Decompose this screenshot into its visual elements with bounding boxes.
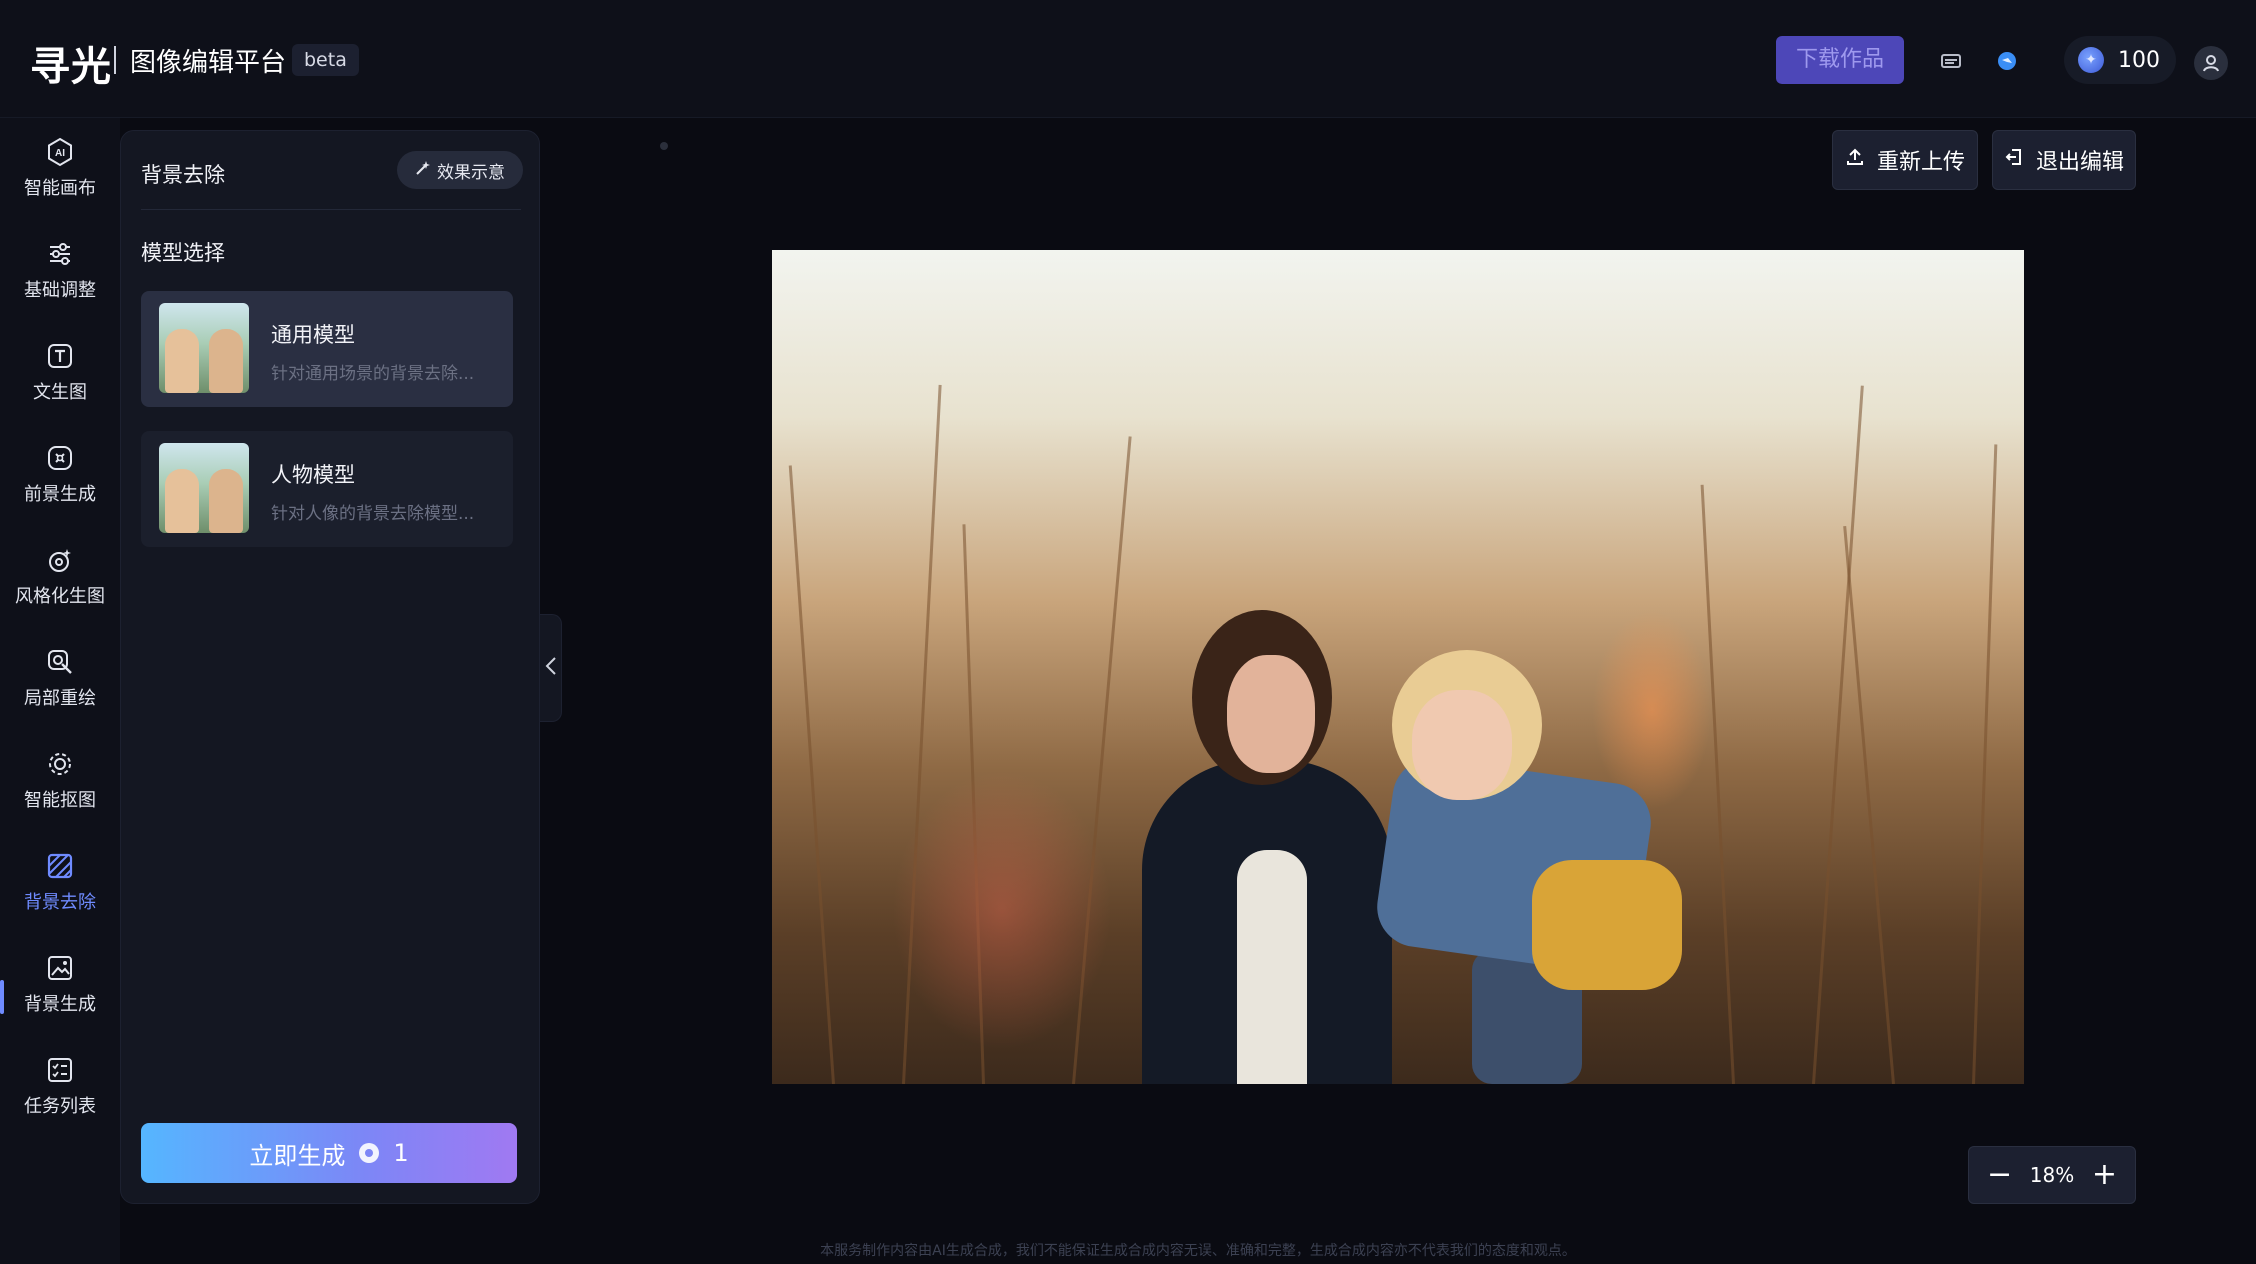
tool-rail: AI 智能画布 基础调整 文生图 前景生成 风格化生图 局部重绘 智能抠图 背景… bbox=[0, 118, 120, 1264]
credit-balance[interactable]: ✦ 100 bbox=[2064, 36, 2176, 84]
svg-text:AI: AI bbox=[55, 148, 65, 159]
background-remove-panel: 背景去除 效果示意 模型选择 通用模型 针对通用场景的背景去除... 人物模型 … bbox=[120, 130, 540, 1204]
rail-label: 风格化生图 bbox=[15, 586, 105, 607]
feedback-icon[interactable] bbox=[1996, 50, 2018, 72]
generate-cost: 1 bbox=[393, 1139, 409, 1167]
generate-button[interactable]: 立即生成 1 bbox=[141, 1123, 517, 1183]
model-name: 通用模型 bbox=[271, 323, 355, 347]
model-card-general[interactable]: 通用模型 针对通用场景的背景去除... bbox=[141, 291, 513, 407]
local-repaint-icon bbox=[44, 646, 76, 678]
rail-item-text-to-image[interactable]: 文生图 bbox=[0, 322, 120, 412]
panel-collapse-handle[interactable] bbox=[540, 614, 562, 722]
rail-label: 文生图 bbox=[33, 382, 87, 403]
credit-value: 100 bbox=[2118, 47, 2160, 73]
model-section-label: 模型选择 bbox=[141, 241, 225, 265]
reupload-label: 重新上传 bbox=[1876, 150, 1965, 175]
smart-cutout-icon bbox=[44, 748, 76, 780]
model-card-portrait[interactable]: 人物模型 针对人像的背景去除模型... bbox=[141, 431, 513, 547]
text-t-icon bbox=[44, 340, 76, 372]
background-remove-icon bbox=[44, 850, 76, 882]
panel-title: 背景去除 bbox=[141, 163, 225, 187]
ai-disclaimer: 本服务制作内容由AI生成合成，我们不能保证生成合成内容无误、准确和完整，生成合成… bbox=[820, 1243, 1576, 1259]
upload-icon bbox=[1845, 147, 1865, 173]
app-title: 图像编辑平台 bbox=[130, 48, 287, 78]
coin-icon: ✦ bbox=[2078, 47, 2104, 73]
rail-label: 基础调整 bbox=[24, 280, 96, 301]
chevron-left-icon bbox=[545, 656, 557, 680]
logo-divider bbox=[114, 46, 116, 74]
zoom-in-button[interactable]: + bbox=[2092, 1160, 2117, 1190]
effect-demo-label: 效果示意 bbox=[437, 162, 505, 183]
model-description: 针对通用场景的背景去除... bbox=[271, 364, 475, 384]
zoom-level: 18% bbox=[2029, 1163, 2075, 1187]
top-bar: 寻光 图像编辑平台 beta 下载作品 ✦ 100 bbox=[0, 0, 2256, 118]
sliders-icon bbox=[44, 238, 76, 270]
rail-item-background-generate[interactable]: 背景生成 bbox=[0, 934, 120, 1024]
exit-label: 退出编辑 bbox=[2035, 150, 2124, 175]
user-avatar-icon[interactable] bbox=[2194, 46, 2228, 80]
generate-label: 立即生成 bbox=[249, 1141, 346, 1170]
rail-label: 前景生成 bbox=[24, 484, 96, 505]
edited-photo[interactable] bbox=[772, 250, 2024, 1084]
exit-edit-button[interactable]: 退出编辑 bbox=[1992, 130, 2136, 190]
model-name: 人物模型 bbox=[271, 463, 355, 487]
rail-item-stylize[interactable]: 风格化生图 bbox=[0, 526, 120, 616]
model-thumbnail bbox=[159, 303, 249, 393]
background-generate-icon bbox=[44, 952, 76, 984]
rail-item-foreground-generate[interactable]: 前景生成 bbox=[0, 424, 120, 514]
brand-logo[interactable]: 寻光 bbox=[30, 34, 112, 92]
coin-icon bbox=[359, 1143, 380, 1163]
model-description: 针对人像的背景去除模型... bbox=[271, 504, 475, 524]
rail-label: 背景生成 bbox=[24, 994, 96, 1015]
rail-label: 智能抠图 bbox=[24, 790, 96, 811]
panel-divider bbox=[141, 209, 521, 210]
rail-item-smart-canvas[interactable]: AI 智能画布 bbox=[0, 118, 120, 208]
rail-label: 背景去除 bbox=[24, 892, 96, 913]
reupload-button[interactable]: 重新上传 bbox=[1832, 130, 1978, 190]
exit-icon bbox=[2004, 147, 2024, 173]
rail-label: 智能画布 bbox=[24, 178, 96, 199]
rail-item-local-repaint[interactable]: 局部重绘 bbox=[0, 628, 120, 718]
beta-badge: beta bbox=[292, 44, 359, 76]
rail-item-task-list[interactable]: 任务列表 bbox=[0, 1036, 120, 1126]
canvas-marker bbox=[660, 142, 668, 150]
light-flare bbox=[1592, 610, 1712, 810]
download-button[interactable]: 下载作品 bbox=[1776, 36, 1904, 84]
ai-icon: AI bbox=[44, 136, 76, 168]
rail-label: 局部重绘 bbox=[24, 688, 96, 709]
rail-label: 任务列表 bbox=[24, 1096, 96, 1117]
zoom-control: − 18% + bbox=[1968, 1146, 2136, 1204]
effect-demo-button[interactable]: 效果示意 bbox=[397, 151, 523, 189]
task-list-icon bbox=[44, 1054, 76, 1086]
rail-item-basic-adjust[interactable]: 基础调整 bbox=[0, 220, 120, 310]
foreground-icon bbox=[44, 442, 76, 474]
lens-flare bbox=[892, 770, 1112, 1050]
style-icon bbox=[44, 544, 76, 576]
rail-item-background-remove[interactable]: 背景去除 bbox=[0, 832, 120, 922]
magic-wand-icon bbox=[415, 160, 431, 181]
media-icon[interactable] bbox=[1940, 50, 1962, 72]
rail-item-smart-cutout[interactable]: 智能抠图 bbox=[0, 730, 120, 820]
model-thumbnail bbox=[159, 443, 249, 533]
zoom-out-button[interactable]: − bbox=[1987, 1160, 2012, 1190]
